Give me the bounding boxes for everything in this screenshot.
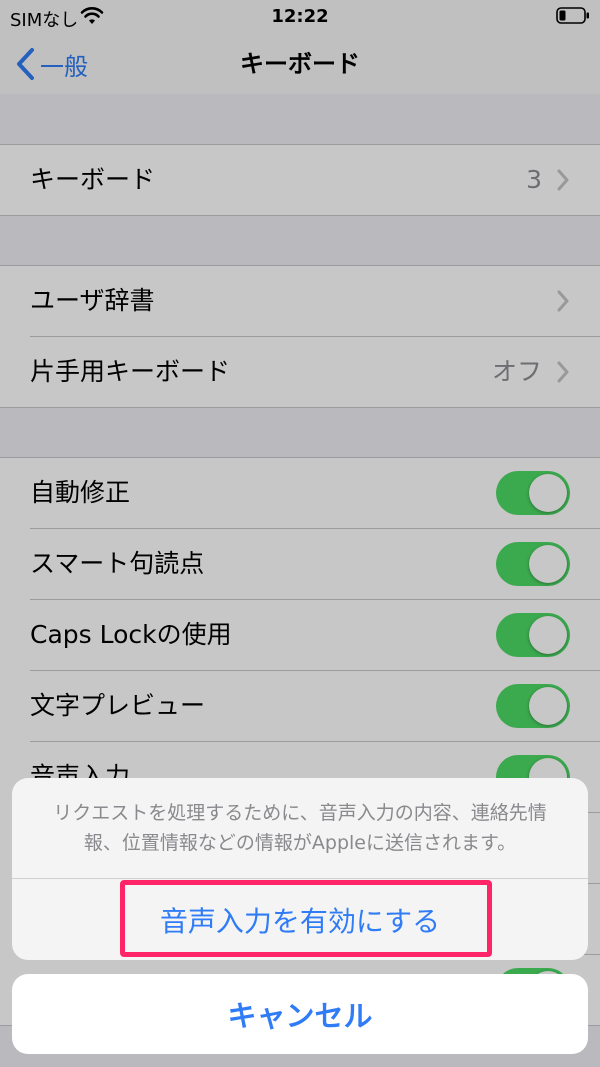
cancel-button[interactable]: キャンセル xyxy=(12,974,588,1054)
sheet-message-line: 報、位置情報などの情報がAppleに送信されます。 xyxy=(83,832,517,854)
sheet-message: リクエストを処理するために、音声入力の内容、連絡先情 報、位置情報などの情報がA… xyxy=(32,798,568,858)
highlight-box xyxy=(120,880,492,957)
sheet-message-line: リクエストを処理するために、音声入力の内容、連絡先情 xyxy=(53,802,547,824)
